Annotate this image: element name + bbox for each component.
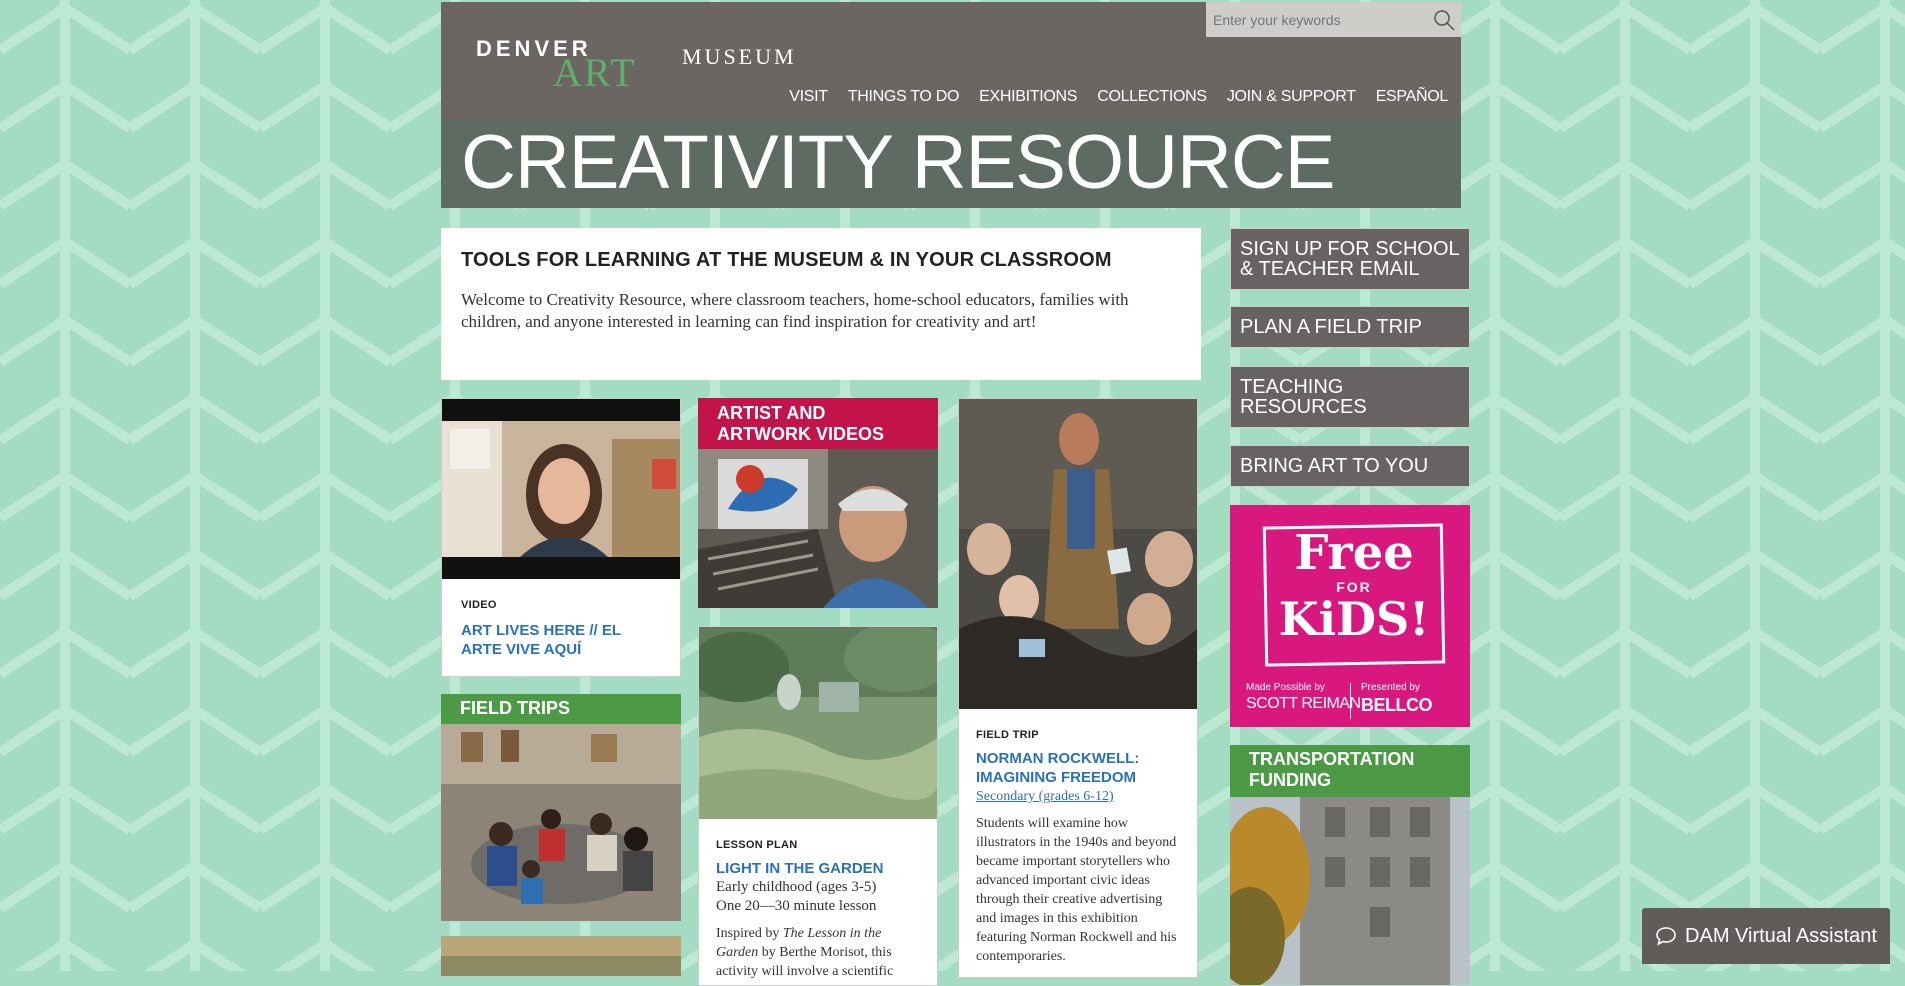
artist-videos-banner: ARTIST AND ARTWORK VIDEOS: [698, 398, 938, 449]
card-title-link[interactable]: NORMAN ROCKWELL: IMAGINING FREEDOM: [976, 749, 1180, 787]
nav-things-to-do[interactable]: THINGS TO DO: [848, 88, 960, 106]
card-audience-link[interactable]: Secondary (grades 6-12): [976, 787, 1180, 806]
page-title: CREATIVITY RESOURCE: [461, 120, 1335, 205]
desc-text: Inspired by: [716, 926, 783, 941]
partial-card[interactable]: [441, 936, 681, 976]
partial-card-image: [441, 936, 681, 976]
bellco-logo: BELLCO: [1361, 695, 1433, 715]
logo-art: ART: [553, 50, 637, 95]
promo-presented-label: Presented by: [1361, 682, 1420, 693]
search-bar: [1206, 2, 1461, 37]
sidebar-item-teaching-resources[interactable]: TEACHING RESOURCES: [1230, 366, 1470, 428]
site-header: DENVER ART MUSEUM VISIT THINGS TO DO EXH…: [441, 2, 1461, 208]
video-thumbnail: [442, 399, 680, 579]
search-button[interactable]: [1427, 2, 1461, 37]
nav-espanol[interactable]: ESPAÑOL: [1376, 88, 1449, 106]
scott-reiman-logo: SCOTT REIMAN: [1246, 695, 1361, 712]
nav-visit[interactable]: VISIT: [789, 88, 828, 106]
chat-bubble-icon: [1656, 927, 1676, 946]
field-trips-banner: FIELD TRIPS: [441, 694, 681, 724]
rockwell-painting-image: [959, 399, 1197, 709]
card-description: Inspired by The Lesson in the Garden by …: [716, 924, 920, 981]
sidebar-item-sign-up[interactable]: SIGN UP FOR SCHOOL & TEACHER EMAIL: [1230, 228, 1470, 290]
intro-panel: TOOLS FOR LEARNING AT THE MUSEUM & IN YO…: [441, 228, 1201, 380]
sidebar-item-bring-art[interactable]: BRING ART TO YOU: [1230, 445, 1470, 487]
lesson-plan-card[interactable]: LESSON PLAN LIGHT IN THE GARDEN Early ch…: [698, 626, 938, 986]
main-nav: VISIT THINGS TO DO EXHIBITIONS COLLECTIO…: [789, 88, 1448, 106]
nav-collections[interactable]: COLLECTIONS: [1097, 88, 1207, 106]
card-tag: FIELD TRIP: [976, 729, 1039, 741]
assistant-label: DAM Virtual Assistant: [1685, 924, 1877, 947]
intro-heading: TOOLS FOR LEARNING AT THE MUSEUM & IN YO…: [461, 249, 1112, 271]
page-container: DENVER ART MUSEUM VISIT THINGS TO DO EXH…: [441, 2, 1473, 986]
intro-text: Welcome to Creativity Resource, where cl…: [461, 290, 1129, 331]
card-audience: Early childhood (ages 3-5): [716, 879, 877, 895]
card-duration: One 20—30 minute lesson: [716, 898, 877, 914]
logo-museum: MUSEUM: [682, 44, 797, 69]
nav-join-support[interactable]: JOIN & SUPPORT: [1227, 88, 1356, 106]
card-tag: LESSON PLAN: [716, 839, 798, 851]
promo-kids: KiDS!: [1278, 592, 1430, 646]
transportation-banner: TRANSPORTATION FUNDING: [1230, 745, 1470, 797]
field-trips-image: [441, 724, 681, 921]
video-card[interactable]: VIDEO ART LIVES HERE // EL ARTE VIVE AQU…: [441, 398, 681, 677]
lesson-plan-image: [699, 627, 937, 819]
card-title-link[interactable]: ART LIVES HERE // EL ARTE VIVE AQUÍ: [461, 621, 660, 659]
rockwell-card[interactable]: FIELD TRIP NORMAN ROCKWELL: IMAGINING FR…: [958, 398, 1198, 978]
artist-videos-card[interactable]: ARTIST AND ARTWORK VIDEOS: [698, 398, 938, 608]
promo-free: Free: [1294, 525, 1414, 581]
card-title-link[interactable]: LIGHT IN THE GARDEN: [716, 859, 920, 878]
card-tag: VIDEO: [461, 599, 497, 611]
sidebar-item-field-trip[interactable]: PLAN A FIELD TRIP: [1230, 306, 1470, 348]
field-trips-card[interactable]: FIELD TRIPS: [441, 694, 681, 921]
transportation-image: [1230, 797, 1470, 985]
artist-videos-image: [698, 449, 938, 608]
search-input[interactable]: [1206, 2, 1427, 37]
search-icon: [1434, 9, 1455, 31]
promo-made-label: Made Possible by: [1246, 682, 1325, 693]
nav-exhibitions[interactable]: EXHIBITIONS: [979, 88, 1077, 106]
card-description: Students will examine how illustrators i…: [976, 816, 1177, 964]
transportation-funding-card[interactable]: TRANSPORTATION FUNDING: [1230, 745, 1470, 985]
free-for-kids-promo[interactable]: Free FOR KiDS! Made Possible by SCOTT RE…: [1230, 505, 1470, 727]
virtual-assistant-button[interactable]: DAM Virtual Assistant: [1642, 908, 1890, 964]
